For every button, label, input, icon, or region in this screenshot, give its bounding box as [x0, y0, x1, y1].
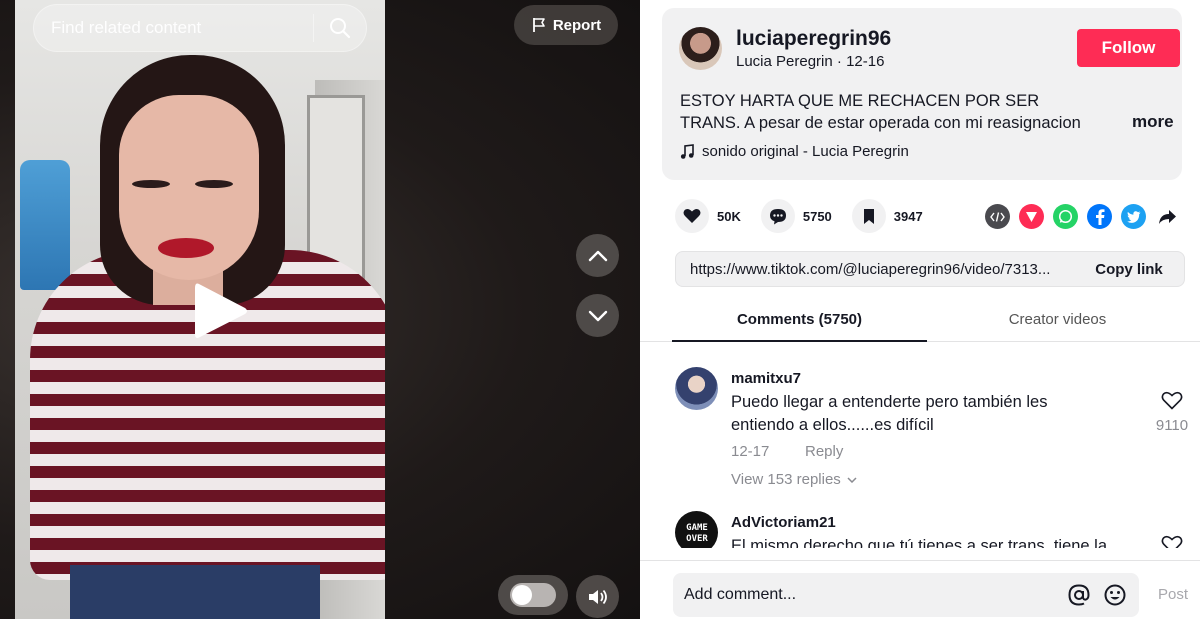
- video-url[interactable]: https://www.tiktok.com/@luciaperegrin96/…: [676, 261, 1074, 278]
- comment-stat[interactable]: 5750: [760, 199, 832, 233]
- author-display-name[interactable]: Lucia Peregrin: [736, 53, 833, 70]
- twitter-icon[interactable]: [1121, 204, 1146, 229]
- like-count: 50K: [717, 208, 741, 224]
- volume-button[interactable]: [576, 575, 619, 618]
- report-button[interactable]: Report: [514, 5, 618, 45]
- heart-outline-icon[interactable]: [1161, 535, 1183, 548]
- author-username[interactable]: luciaperegrin96: [736, 27, 891, 51]
- author-avatar[interactable]: [679, 27, 722, 70]
- next-video-button[interactable]: [576, 294, 619, 337]
- author-meta: Lucia Peregrin · 12-16: [736, 53, 885, 70]
- chevron-up-icon: [588, 250, 607, 261]
- comment-like[interactable]: 9110: [1150, 391, 1194, 434]
- bookmark-icon[interactable]: [851, 199, 886, 233]
- copy-link-button[interactable]: Copy link: [1074, 261, 1184, 278]
- heart-icon[interactable]: [675, 199, 709, 233]
- embed-icon[interactable]: [985, 204, 1010, 229]
- comment-like[interactable]: [1150, 535, 1194, 548]
- related-search-bar[interactable]: Find related content: [33, 4, 367, 52]
- music-title: sonido original - Lucia Peregrin: [702, 143, 909, 160]
- commenter-avatar[interactable]: [675, 367, 718, 410]
- comment-bubble-icon[interactable]: [760, 199, 795, 233]
- comments-list[interactable]: mamitxu7 Puedo llegar a entenderte pero …: [640, 343, 1200, 548]
- comment-item: GAME OVER AdVictoriam21 El mismo derecho …: [675, 511, 1190, 548]
- autoscroll-toggle[interactable]: [498, 575, 568, 615]
- engagement-stats: 50K 5750 3947: [675, 199, 943, 233]
- search-icon[interactable]: [314, 4, 366, 52]
- comment-text: Puedo llegar a entenderte pero también l…: [731, 393, 1048, 434]
- comment-text: El mismo derecho que tú tienes a ser tra…: [731, 537, 1108, 548]
- svg-text:GAME: GAME: [686, 523, 708, 533]
- video-player[interactable]: Find related content Report: [0, 0, 640, 619]
- facebook-icon[interactable]: [1087, 204, 1112, 229]
- music-link[interactable]: sonido original - Lucia Peregrin: [680, 143, 909, 160]
- share-arrow-icon[interactable]: [1155, 204, 1180, 229]
- comment-placeholder[interactable]: Add comment...: [673, 586, 1061, 604]
- save-count: 3947: [893, 208, 923, 224]
- volume-icon: [588, 589, 607, 604]
- commenter-username[interactable]: AdVictoriam21: [731, 514, 836, 531]
- post-date: 12-16: [846, 53, 885, 70]
- video-link-box: https://www.tiktok.com/@luciaperegrin96/…: [675, 251, 1185, 287]
- comment-like-count: 9110: [1155, 417, 1189, 434]
- commenter-username[interactable]: mamitxu7: [731, 370, 801, 387]
- reply-button[interactable]: Reply: [805, 443, 843, 460]
- view-replies-link[interactable]: View 153 replies: [731, 471, 857, 488]
- save-stat[interactable]: 3947: [851, 199, 923, 233]
- comment-input[interactable]: Add comment...: [673, 573, 1139, 617]
- search-placeholder[interactable]: Find related content: [34, 18, 313, 38]
- commenter-avatar[interactable]: GAME OVER: [675, 511, 718, 548]
- emoji-icon[interactable]: [1097, 584, 1133, 606]
- video-description: ESTOY HARTA QUE ME RECHACEN POR SER TRAN…: [680, 92, 1081, 132]
- like-stat[interactable]: 50K: [675, 199, 741, 233]
- tab-creator-videos[interactable]: Creator videos: [930, 299, 1185, 341]
- follow-button[interactable]: Follow: [1077, 29, 1180, 67]
- details-panel: luciaperegrin96 Lucia Peregrin · 12-16 F…: [640, 0, 1200, 619]
- comment-item: mamitxu7 Puedo llegar a entenderte pero …: [675, 367, 1190, 497]
- mention-icon[interactable]: [1061, 584, 1097, 606]
- content-tabs: Comments (5750) Creator videos: [640, 299, 1200, 342]
- post-comment-button[interactable]: Post: [1158, 586, 1188, 603]
- share-options: [985, 204, 1180, 229]
- report-label: Report: [552, 16, 602, 34]
- music-note-icon: [680, 143, 694, 159]
- chevron-down-icon: [847, 476, 857, 483]
- view-replies-label: View 153 replies: [731, 471, 841, 488]
- svg-text:OVER: OVER: [686, 534, 708, 544]
- tab-comments[interactable]: Comments (5750): [672, 299, 927, 342]
- description-card: luciaperegrin96 Lucia Peregrin · 12-16 F…: [662, 8, 1182, 180]
- whatsapp-icon[interactable]: [1053, 204, 1078, 229]
- send-icon[interactable]: [1019, 204, 1044, 229]
- previous-video-button[interactable]: [576, 234, 619, 277]
- flag-icon: [532, 18, 545, 32]
- comment-count: 5750: [802, 208, 832, 224]
- play-icon[interactable]: [193, 280, 249, 342]
- more-link[interactable]: more: [1132, 112, 1174, 132]
- chevron-down-icon: [588, 310, 607, 321]
- toggle-knob: [512, 585, 532, 605]
- comment-date: 12-17: [731, 443, 770, 460]
- heart-outline-icon[interactable]: [1161, 391, 1183, 410]
- video-frame[interactable]: [15, 0, 385, 619]
- comment-composer: Add comment... Post: [640, 560, 1200, 619]
